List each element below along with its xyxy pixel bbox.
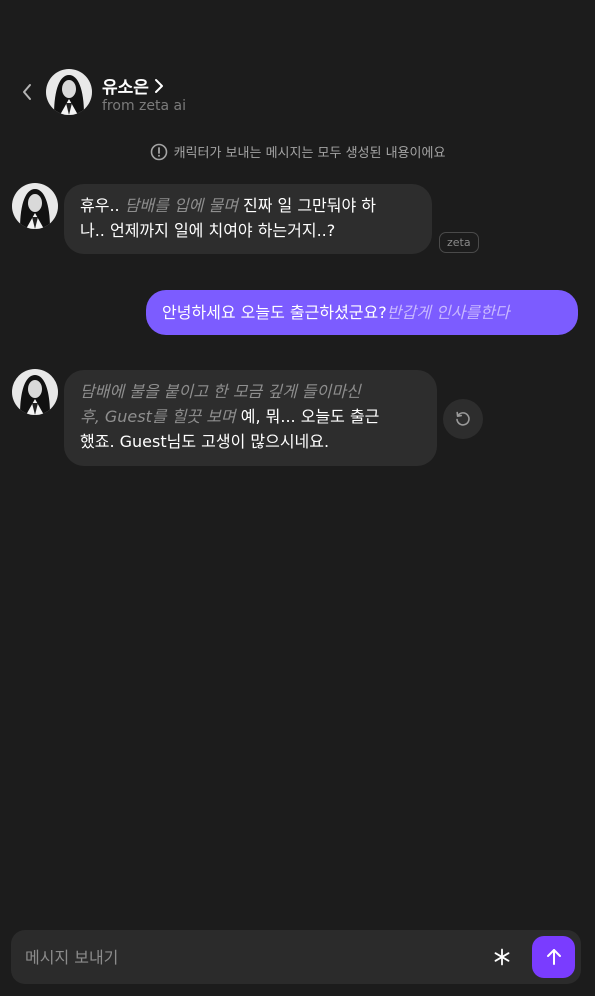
message-line: 후, Guest를 힐끗 보며 예, 뭐... 오늘도 출근 [80, 404, 421, 429]
narration-button[interactable] [489, 942, 515, 972]
ai-notice: 캐릭터가 보내는 메시지는 모두 생성된 내용이에요 [0, 142, 595, 161]
chat-screen: 유소은 from zeta ai 캐릭터가 보내는 메시지는 모두 생성된 내용… [0, 0, 595, 996]
back-button[interactable] [16, 80, 38, 104]
message-text: 휴우.. [80, 196, 125, 215]
message-composer [11, 930, 581, 984]
chat-header: 유소은 from zeta ai [0, 66, 595, 120]
send-button[interactable] [532, 936, 575, 978]
character-avatar-small[interactable] [12, 183, 58, 229]
regenerate-button[interactable] [443, 399, 483, 439]
character-name-link[interactable]: 유소은 [102, 73, 165, 98]
character-name: 유소은 [102, 78, 149, 98]
character-avatar-small[interactable] [12, 369, 58, 415]
chevron-left-icon [23, 84, 31, 100]
notice-text: 캐릭터가 보내는 메시지는 모두 생성된 내용이에요 [173, 146, 446, 161]
message-line: 휴우.. 담배를 입에 물며 진짜 일 그만둬야 하 [80, 193, 416, 218]
asterisk-icon [494, 948, 510, 966]
message-text: 안녕하세요 오늘도 출근하셨군요? [162, 303, 387, 322]
message-text: 예, 뭐... 오늘도 출근 [235, 407, 380, 426]
model-badge: zeta [439, 232, 479, 253]
narration-text: 담배를 입에 물며 [124, 196, 238, 215]
message-input[interactable] [25, 930, 465, 984]
character-source: from zeta ai [102, 98, 186, 114]
regenerate-icon [456, 411, 470, 426]
narration-text: 후, Guest를 힐끗 보며 [80, 407, 236, 426]
character-message-bubble[interactable]: 휴우.. 담배를 입에 물며 진짜 일 그만둬야 하 나.. 언제까지 일에 치… [64, 184, 432, 254]
message-line: 나.. 언제까지 일에 치여야 하는거지..? [80, 218, 416, 243]
user-message-bubble[interactable]: 안녕하세요 오늘도 출근하셨군요?반갑게 인사를한다 [146, 290, 578, 335]
character-message-bubble[interactable]: 담배에 불을 붙이고 한 모금 깊게 들이마신 후, Guest를 힐끗 보며 … [64, 370, 437, 466]
message-text: 했죠. Guest님도 고생이 많으시네요. [80, 432, 330, 451]
message-line: 했죠. Guest님도 고생이 많으시네요. [80, 429, 421, 454]
narration-text: 담배에 불을 붙이고 한 모금 깊게 들이마신 [80, 382, 361, 401]
arrow-up-icon [546, 949, 561, 965]
message-text: 진짜 일 그만둬야 하 [237, 196, 377, 215]
exclamation-circle-icon [150, 143, 167, 160]
message-text: 나.. 언제까지 일에 치여야 하는거지..? [80, 221, 336, 240]
chevron-right-icon [154, 78, 163, 93]
character-avatar[interactable] [46, 69, 92, 115]
message-line: 담배에 불을 붙이고 한 모금 깊게 들이마신 [80, 379, 421, 404]
narration-text: 반갑게 인사를한다 [386, 303, 510, 322]
